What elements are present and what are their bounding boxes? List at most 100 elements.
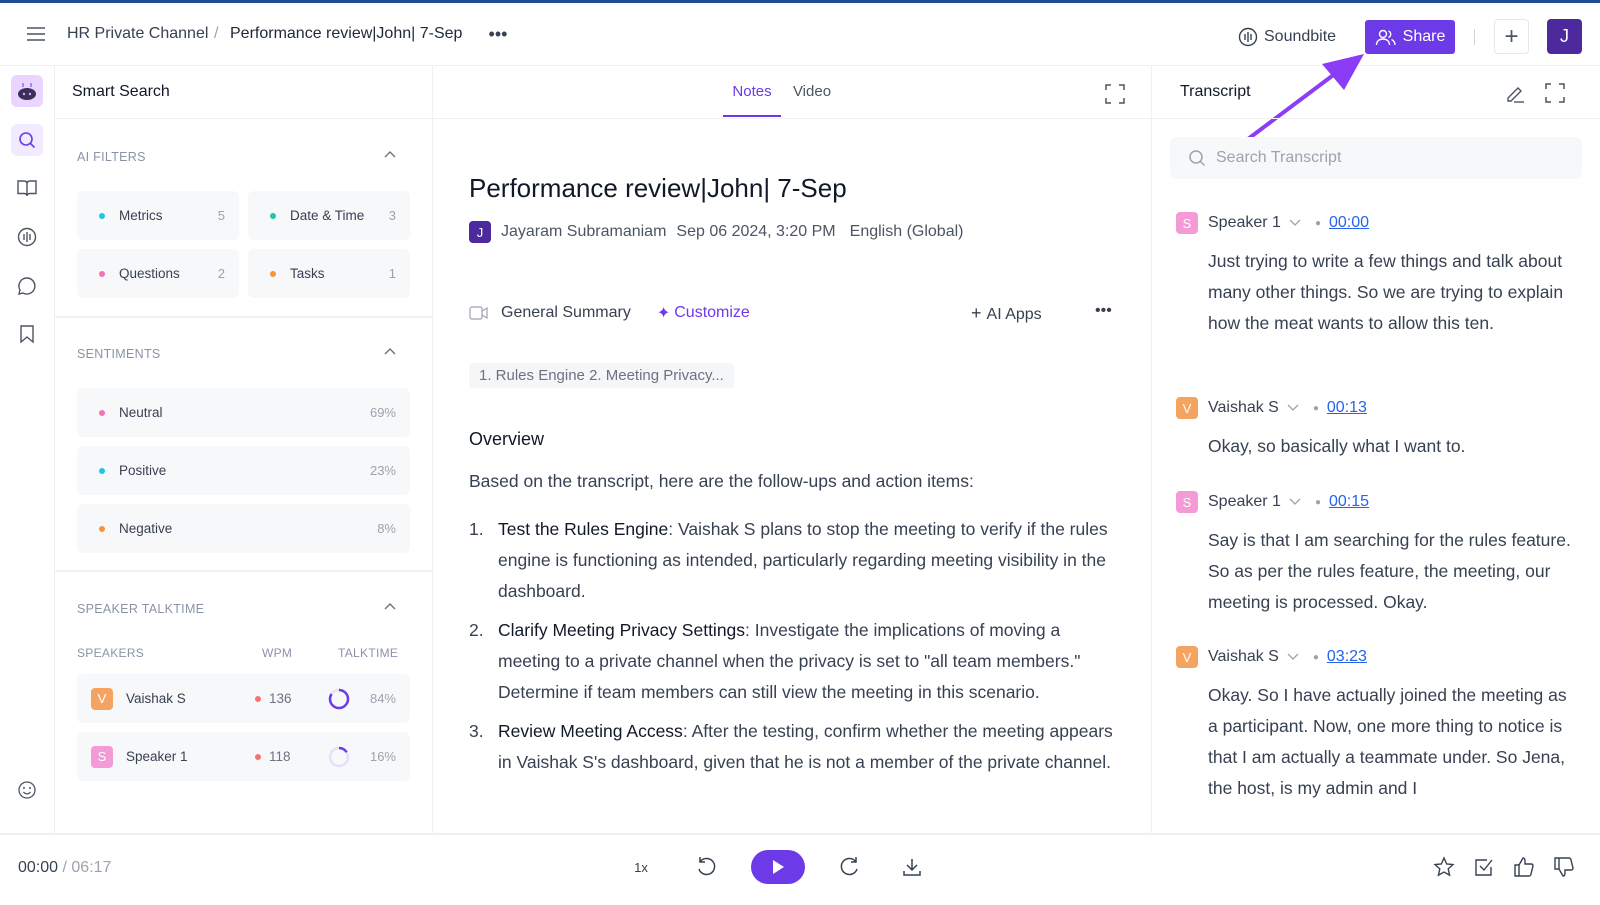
speaker-name[interactable]: Vaishak S: [1208, 399, 1279, 417]
play-icon: [773, 860, 784, 874]
filter-metrics[interactable]: Metrics 5: [77, 191, 239, 240]
assistant-bot-icon[interactable]: [11, 75, 43, 107]
star-icon[interactable]: [1428, 851, 1460, 883]
transcript-text: Okay. So I have actually joined the meet…: [1208, 685, 1567, 798]
filter-label: Date & Time: [290, 208, 365, 223]
summary-more-icon[interactable]: •••: [1095, 302, 1112, 320]
collapse-sentiments-icon[interactable]: [383, 343, 397, 361]
chevron-down-icon[interactable]: [1289, 219, 1301, 227]
filter-questions[interactable]: Questions 2: [77, 249, 239, 298]
search-icon[interactable]: [11, 124, 43, 156]
speed-label: 1x: [634, 859, 648, 875]
emoji-icon[interactable]: [11, 774, 43, 806]
speed-button[interactable]: 1x: [625, 851, 657, 883]
book-icon[interactable]: [11, 172, 43, 204]
transcript-entry: S Speaker 1 ● 00:15 Say is that I am sea…: [1176, 491, 1576, 618]
sentiment-label: Neutral: [119, 405, 163, 420]
smart-search-panel: Smart Search AI FILTERS Metrics 5 Date & …: [55, 66, 433, 833]
breadcrumb-channel[interactable]: HR Private Channel: [67, 25, 208, 43]
transcript-entry: V Vaishak S ● 03:23 Okay. So I have actu…: [1176, 646, 1576, 804]
bookmark-icon[interactable]: [11, 318, 43, 350]
owner-avatar: J: [469, 221, 491, 243]
thumbs-down-icon[interactable]: [1548, 851, 1580, 883]
sentiment-label: Positive: [119, 463, 167, 478]
chevron-down-icon[interactable]: [1289, 498, 1301, 506]
timestamp-link[interactable]: 03:23: [1327, 648, 1367, 666]
timestamp-link[interactable]: 00:13: [1327, 399, 1367, 417]
expand-transcript-icon[interactable]: [1545, 83, 1565, 108]
item-number: 1.: [469, 519, 484, 539]
breadcrumb-meeting[interactable]: Performance review|John| 7-Sep: [230, 25, 462, 43]
owner-name: Jayaram Subramaniam: [501, 223, 667, 240]
sentiment-value: 69%: [369, 405, 396, 420]
topics-chip[interactable]: 1. Rules Engine 2. Meeting Privacy...: [469, 363, 734, 388]
download-icon[interactable]: [896, 851, 928, 883]
transcript-text: Just trying to write a few things and ta…: [1208, 251, 1564, 333]
sentiment-neutral[interactable]: Neutral 69%: [77, 388, 410, 437]
sentiment-negative[interactable]: Negative 8%: [77, 504, 410, 553]
meeting-language: English (Global): [849, 223, 964, 240]
sentiment-label: Negative: [119, 521, 173, 536]
speaker-avatar: S: [91, 745, 113, 768]
sentiment-value: 8%: [377, 521, 396, 536]
dot-separator: ●: [1314, 217, 1321, 229]
chevron-down-icon[interactable]: [1287, 653, 1299, 661]
speaker-name[interactable]: Speaker 1: [1208, 493, 1281, 511]
action-item: 2. Clarify Meeting Privacy Settings: Inv…: [469, 615, 1119, 708]
duration: 06:17: [71, 859, 112, 876]
dot: [99, 467, 105, 474]
sentiment-positive[interactable]: Positive 23%: [77, 446, 410, 495]
thumbs-up-icon[interactable]: [1508, 851, 1540, 883]
users-icon: [1375, 29, 1396, 46]
user-avatar[interactable]: J: [1547, 19, 1582, 54]
speaker-name: Vaishak S: [126, 691, 186, 706]
filter-date-time[interactable]: Date & Time 3: [248, 191, 410, 240]
speaker-talktime: 84%: [369, 691, 396, 706]
tab-video[interactable]: Video: [783, 83, 841, 100]
speaker-name[interactable]: Vaishak S: [1208, 648, 1279, 666]
speaker-avatar: V: [91, 687, 113, 710]
speaker-name[interactable]: Speaker 1: [1208, 214, 1281, 232]
chat-icon[interactable]: [11, 270, 43, 302]
soundbite-icon[interactable]: [11, 221, 43, 253]
customize-button[interactable]: ✦ Customize: [657, 303, 750, 323]
speaker-wpm: 118: [269, 749, 291, 764]
col-speakers: SPEAKERS: [77, 646, 145, 660]
task-check-icon[interactable]: [1468, 851, 1500, 883]
menu-icon[interactable]: [22, 20, 50, 48]
speaker-avatar: S: [1176, 212, 1198, 234]
soundbite-label: Soundbite: [1264, 28, 1337, 45]
timestamp-link[interactable]: 00:15: [1329, 493, 1369, 511]
collapse-talktime-icon[interactable]: [383, 598, 397, 616]
edit-icon[interactable]: [1504, 82, 1526, 109]
ai-apps-button[interactable]: + AI Apps: [971, 303, 1042, 324]
overview-heading: Overview: [469, 429, 545, 449]
panel-title: Smart Search: [72, 83, 170, 100]
tab-notes[interactable]: Notes: [723, 83, 781, 117]
soundbite-button[interactable]: Soundbite: [1230, 20, 1344, 54]
filter-tasks[interactable]: Tasks 1: [248, 249, 410, 298]
action-item: 1. Test the Rules Engine: Vaishak S plan…: [469, 514, 1119, 607]
filter-count: 3: [388, 208, 396, 223]
chevron-down-icon[interactable]: [1287, 404, 1299, 412]
add-button[interactable]: +: [1494, 19, 1529, 54]
filter-label: Questions: [119, 266, 180, 281]
collapse-ai-filters-icon[interactable]: [383, 146, 397, 164]
timestamp-link[interactable]: 00:00: [1329, 214, 1369, 232]
dot: [99, 212, 105, 219]
forward-icon[interactable]: [834, 851, 866, 883]
item-title: Review Meeting Access: [498, 721, 683, 741]
filter-count: 2: [217, 266, 225, 281]
talktime-row[interactable]: V Vaishak S 136 84%: [77, 674, 410, 723]
speaker-name: Speaker 1: [126, 749, 188, 764]
summary-type-select[interactable]: General Summary: [501, 304, 631, 322]
expand-icon[interactable]: [1105, 84, 1125, 109]
more-options-icon[interactable]: •••: [485, 21, 511, 47]
play-button[interactable]: [751, 850, 805, 884]
sentiments-title: SENTIMENTS: [77, 347, 161, 361]
share-label: Share: [1402, 28, 1446, 45]
talktime-row[interactable]: S Speaker 1 118 16%: [77, 732, 410, 781]
transcript-search-input[interactable]: Search Transcript: [1170, 137, 1582, 179]
share-button[interactable]: Share: [1365, 20, 1455, 54]
rewind-icon[interactable]: [690, 851, 722, 883]
